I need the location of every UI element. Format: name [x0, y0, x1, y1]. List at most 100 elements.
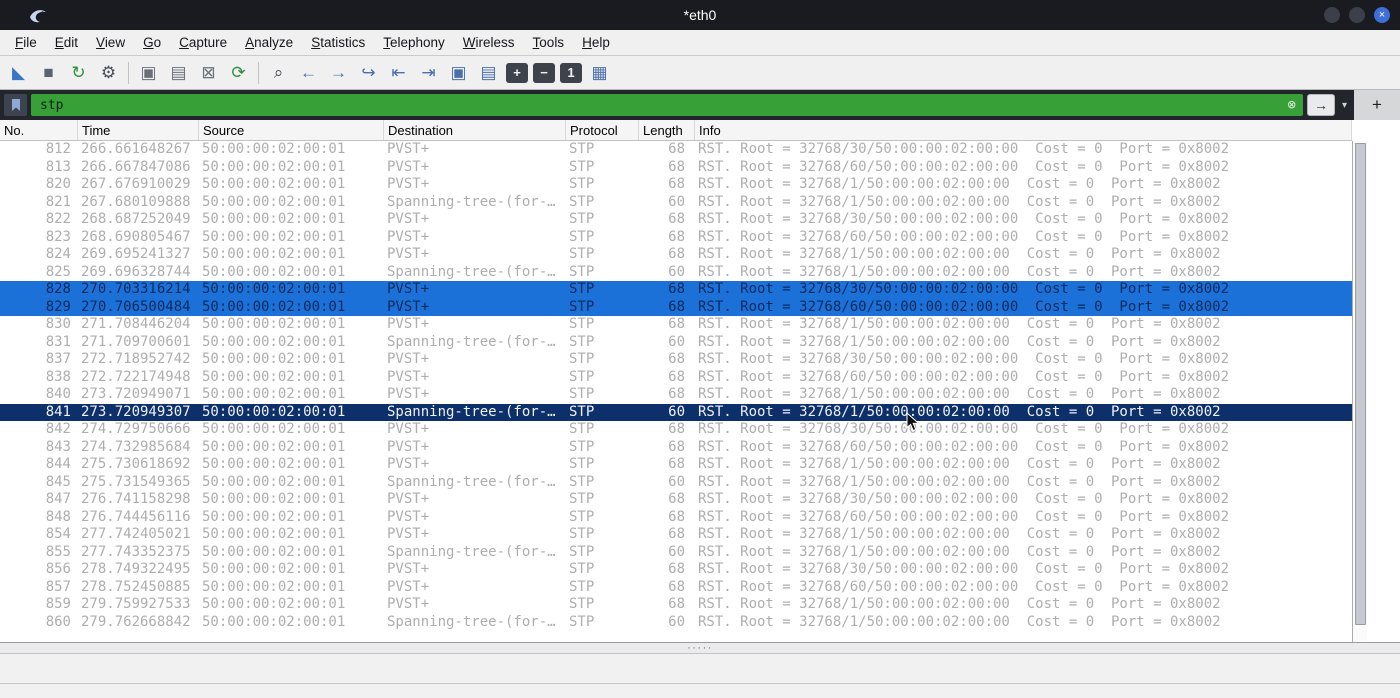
minimize-button[interactable]: [1324, 7, 1340, 23]
cell-info: RST. Root = 32768/1/50:00:00:02:00:00 Co…: [698, 613, 1221, 630]
cell-info: RST. Root = 32768/60/50:00:00:02:00:00 C…: [698, 158, 1230, 175]
packet-row-840[interactable]: 840 273.720949071 50:00:00:02:00:01 PVST…: [0, 386, 1352, 404]
cell-no: 860: [45, 613, 71, 630]
menu-analyze[interactable]: Analyze: [236, 32, 302, 53]
packet-row-824[interactable]: 824 269.695241327 50:00:00:02:00:01 PVST…: [0, 246, 1352, 264]
cell-length: 68: [668, 228, 685, 245]
splitter-grip[interactable]: ·····: [687, 643, 713, 654]
menu-wireless[interactable]: Wireless: [454, 32, 524, 53]
packet-row-830[interactable]: 830 271.708446204 50:00:00:02:00:01 PVST…: [0, 316, 1352, 334]
packet-row-844[interactable]: 844 275.730618692 50:00:00:02:00:01 PVST…: [0, 456, 1352, 474]
cell-info: RST. Root = 32768/1/50:00:00:02:00:00 Co…: [698, 246, 1221, 262]
packet-row-829[interactable]: 829 270.706500484 50:00:00:02:00:01 PVST…: [0, 298, 1352, 316]
menu-help[interactable]: Help: [573, 32, 619, 53]
cell-protocol: STP: [569, 228, 595, 245]
goto-packet-icon[interactable]: ↪: [354, 60, 383, 86]
apply-filter-button[interactable]: →: [1306, 94, 1335, 116]
column-header-no[interactable]: No.: [0, 120, 78, 140]
column-header-info[interactable]: Info: [695, 120, 1352, 140]
column-header-length[interactable]: Length: [639, 120, 695, 140]
cell-info: RST. Root = 32768/1/50:00:00:02:00:00 Co…: [698, 596, 1221, 612]
open-file-icon[interactable]: ▣: [134, 60, 163, 86]
bookmark-icon[interactable]: [4, 94, 27, 116]
capture-options-icon[interactable]: ⚙: [94, 60, 123, 86]
packet-row-812[interactable]: 812 266.661648267 50:00:00:02:00:01 PVST…: [0, 141, 1352, 159]
filter-input[interactable]: stp ⊗: [31, 94, 1303, 116]
stop-capture-icon[interactable]: ■: [34, 60, 63, 86]
packet-row-856[interactable]: 856 278.749322495 50:00:00:02:00:01 PVST…: [0, 561, 1352, 579]
packet-row-831[interactable]: 831 271.709700601 50:00:00:02:00:01 Span…: [0, 334, 1352, 352]
packet-row-859[interactable]: 859 279.759927533 50:00:00:02:00:01 PVST…: [0, 596, 1352, 614]
cell-no: 828: [45, 281, 71, 297]
menu-file[interactable]: File: [6, 32, 46, 53]
filter-dropdown-caret-icon[interactable]: ▾: [1339, 100, 1350, 111]
menu-telephony[interactable]: Telephony: [374, 32, 454, 53]
zoom-out-button[interactable]: −: [533, 62, 555, 83]
cell-no: 831: [45, 333, 71, 350]
column-header-time[interactable]: Time: [78, 120, 199, 140]
cell-info: RST. Root = 32768/1/50:00:00:02:00:00 Co…: [698, 333, 1221, 350]
resize-columns-icon[interactable]: ▦: [585, 60, 614, 86]
find-packet-icon[interactable]: ⌕: [264, 60, 293, 86]
auto-scroll-icon[interactable]: ▣: [444, 60, 473, 86]
column-header-protocol[interactable]: Protocol: [566, 120, 639, 140]
column-header-destination[interactable]: Destination: [384, 120, 566, 140]
packet-row-823[interactable]: 823 268.690805467 50:00:00:02:00:01 PVST…: [0, 229, 1352, 247]
add-filter-button[interactable]: +: [1372, 95, 1382, 115]
packet-row-848[interactable]: 848 276.744456116 50:00:00:02:00:01 PVST…: [0, 509, 1352, 527]
scrollbar-thumb[interactable]: [1355, 143, 1366, 625]
close-file-icon[interactable]: ⊠: [194, 60, 223, 86]
packet-row-843[interactable]: 843 274.732985684 50:00:00:02:00:01 PVST…: [0, 439, 1352, 457]
packet-row-837[interactable]: 837 272.718952742 50:00:00:02:00:01 PVST…: [0, 351, 1352, 369]
column-header-source[interactable]: Source: [199, 120, 384, 140]
packet-row-822[interactable]: 822 268.687252049 50:00:00:02:00:01 PVST…: [0, 211, 1352, 229]
zoom-in-button[interactable]: +: [506, 62, 528, 83]
packet-row-847[interactable]: 847 276.741158298 50:00:00:02:00:01 PVST…: [0, 491, 1352, 509]
cell-source: 50:00:00:02:00:01: [202, 543, 346, 560]
packet-row-813[interactable]: 813 266.667847086 50:00:00:02:00:01 PVST…: [0, 159, 1352, 177]
normal-size-button[interactable]: 1: [560, 62, 582, 83]
cell-destination: Spanning-tree-(for-…: [387, 193, 556, 210]
packet-row-841[interactable]: 841 273.720949307 50:00:00:02:00:01 Span…: [0, 403, 1352, 421]
cell-length: 68: [668, 281, 685, 297]
save-file-icon[interactable]: ▤: [164, 60, 193, 86]
cell-info: RST. Root = 32768/1/50:00:00:02:00:00 Co…: [698, 176, 1221, 192]
next-packet-icon[interactable]: →: [324, 60, 353, 86]
packet-row-857[interactable]: 857 278.752450885 50:00:00:02:00:01 PVST…: [0, 579, 1352, 597]
pane-splitter[interactable]: ·····: [0, 643, 1400, 654]
maximize-button[interactable]: [1349, 7, 1365, 23]
menu-go[interactable]: Go: [134, 32, 170, 53]
packet-row-854[interactable]: 854 277.742405021 50:00:00:02:00:01 PVST…: [0, 526, 1352, 544]
packet-row-845[interactable]: 845 275.731549365 50:00:00:02:00:01 Span…: [0, 474, 1352, 492]
close-button[interactable]: ×: [1374, 7, 1390, 23]
menu-edit[interactable]: Edit: [46, 32, 87, 53]
vertical-scrollbar[interactable]: [1352, 141, 1367, 642]
packet-row-825[interactable]: 825 269.696328744 50:00:00:02:00:01 Span…: [0, 264, 1352, 282]
cell-source: 50:00:00:02:00:01: [202, 613, 346, 630]
start-capture-icon[interactable]: ◣: [4, 60, 33, 86]
previous-packet-icon[interactable]: ←: [294, 60, 323, 86]
main-toolbar: ◣ ■ ↻ ⚙ ▣ ▤ ⊠ ⟳ ⌕ ← → ↪ ⇤ ⇥ ▣ ▤ + −1 ▦: [0, 56, 1400, 90]
cell-time: 272.722174948: [81, 368, 191, 385]
first-packet-icon[interactable]: ⇤: [384, 60, 413, 86]
menu-view[interactable]: View: [87, 32, 134, 53]
packet-row-860[interactable]: 860 279.762668842 50:00:00:02:00:01 Span…: [0, 614, 1352, 632]
packet-row-855[interactable]: 855 277.743352375 50:00:00:02:00:01 Span…: [0, 544, 1352, 562]
restart-capture-icon[interactable]: ↻: [64, 60, 93, 86]
cell-no: 841: [45, 403, 71, 420]
menu-tools[interactable]: Tools: [524, 32, 574, 53]
cell-protocol: STP: [569, 421, 595, 437]
last-packet-icon[interactable]: ⇥: [414, 60, 443, 86]
packet-row-838[interactable]: 838 272.722174948 50:00:00:02:00:01 PVST…: [0, 369, 1352, 387]
packet-row-820[interactable]: 820 267.676910029 50:00:00:02:00:01 PVST…: [0, 176, 1352, 194]
clear-filter-icon[interactable]: ⊗: [1288, 97, 1296, 113]
packet-row-828[interactable]: 828 270.703316214 50:00:00:02:00:01 PVST…: [0, 281, 1352, 299]
cell-source: 50:00:00:02:00:01: [202, 351, 346, 367]
packet-row-821[interactable]: 821 267.680109888 50:00:00:02:00:01 Span…: [0, 194, 1352, 212]
reload-file-icon[interactable]: ⟳: [224, 60, 253, 86]
colorize-packets-icon[interactable]: ▤: [474, 60, 503, 86]
menu-capture[interactable]: Capture: [170, 32, 236, 53]
cell-time: 276.744456116: [81, 508, 191, 525]
menu-statistics[interactable]: Statistics: [302, 32, 374, 53]
packet-row-842[interactable]: 842 274.729750666 50:00:00:02:00:01 PVST…: [0, 421, 1352, 439]
